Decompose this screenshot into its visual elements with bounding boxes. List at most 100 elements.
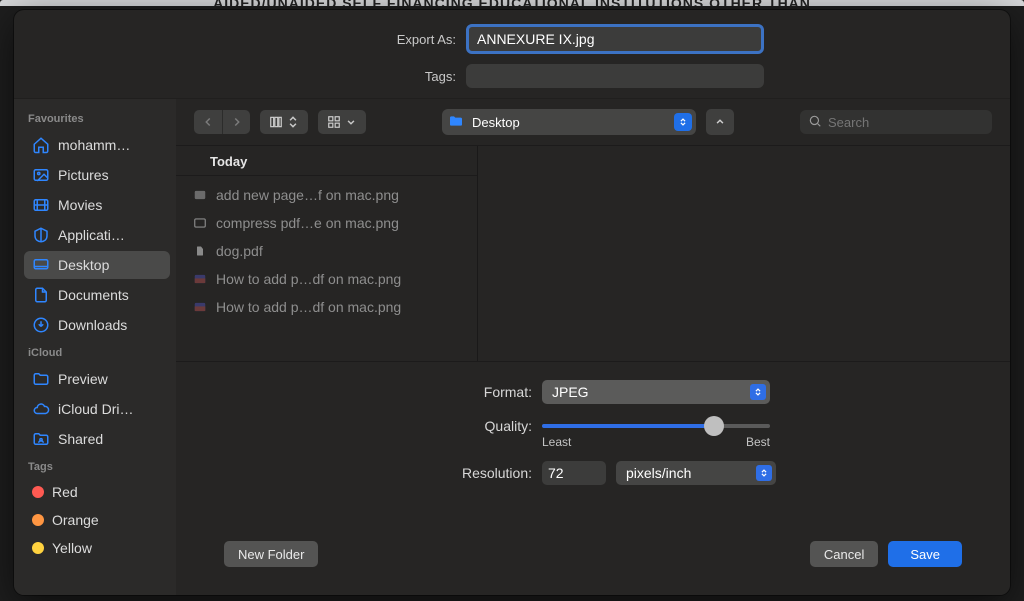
sidebar-item-movies[interactable]: Movies [24, 191, 170, 219]
image-file-icon [192, 299, 208, 315]
export-dialog: Export As: Tags: Favourites mohamm… Pict… [14, 10, 1010, 595]
file-row[interactable]: How to add p…df on mac.png [184, 266, 469, 292]
sidebar-item-applications[interactable]: Applicati… [24, 221, 170, 249]
export-header: Export As: Tags: [14, 10, 1010, 98]
select-arrows-icon [674, 113, 692, 131]
cloud-icon [32, 400, 50, 418]
collapse-toggle-button[interactable] [706, 109, 734, 135]
resolution-units-value: pixels/inch [626, 465, 691, 481]
quality-best-label: Best [746, 435, 770, 449]
file-column: Today add new page…f on mac.png compress… [176, 146, 478, 361]
search-field[interactable] [800, 110, 992, 134]
shared-folder-icon [32, 430, 50, 448]
cancel-button[interactable]: Cancel [810, 541, 878, 567]
file-row[interactable]: dog.pdf [184, 238, 469, 264]
export-options: Format: JPEG Quality: Least Bes [176, 362, 1010, 595]
sidebar-item-documents[interactable]: Documents [24, 281, 170, 309]
sidebar-item-label: Shared [58, 431, 103, 447]
export-as-label: Export As: [36, 32, 456, 47]
pdf-file-icon [192, 243, 208, 259]
tags-label: Tags: [36, 69, 456, 84]
sidebar-item-home[interactable]: mohamm… [24, 131, 170, 159]
select-arrows-icon [750, 384, 766, 400]
sidebar-heading-favourites: Favourites [24, 107, 170, 129]
folder-icon [32, 370, 50, 388]
file-name: add new page…f on mac.png [216, 187, 399, 203]
save-button[interactable]: Save [888, 541, 962, 567]
tags-input[interactable] [466, 64, 764, 88]
resolution-row: Resolution: pixels/inch [204, 461, 982, 485]
background-document: AIDED/UNAIDED SELF FINANCING EDUCATIONAL… [0, 0, 1024, 6]
file-row[interactable]: compress pdf…e on mac.png [184, 210, 469, 236]
sidebar-item-label: Movies [58, 197, 102, 213]
tag-dot-yellow [32, 542, 44, 554]
resolution-label: Resolution: [204, 465, 532, 481]
sidebar-item-label: Desktop [58, 257, 109, 273]
tags-row: Tags: [36, 64, 988, 88]
quality-control: Least Best [542, 416, 770, 449]
sidebar-tag-label: Yellow [52, 540, 92, 556]
sidebar-tag-label: Red [52, 484, 78, 500]
image-file-icon [192, 271, 208, 287]
sidebar-item-label: Downloads [58, 317, 127, 333]
sidebar-item-pictures[interactable]: Pictures [24, 161, 170, 189]
sidebar-heading-icloud: iCloud [24, 341, 170, 363]
view-mode-button[interactable] [260, 110, 308, 134]
quality-row: Quality: Least Best [204, 416, 982, 449]
dialog-body: Favourites mohamm… Pictures Movies Appli… [14, 98, 1010, 595]
format-select[interactable]: JPEG [542, 380, 770, 404]
downloads-icon [32, 316, 50, 334]
quality-label: Quality: [204, 416, 532, 434]
format-row: Format: JPEG [204, 380, 982, 404]
file-name: How to add p…df on mac.png [216, 271, 401, 287]
file-row[interactable]: How to add p…df on mac.png [184, 294, 469, 320]
search-icon [808, 114, 822, 131]
sidebar-tag-red[interactable]: Red [24, 479, 170, 505]
home-icon [32, 136, 50, 154]
browser-toolbar: Desktop [176, 99, 1010, 146]
sidebar-heading-tags: Tags [24, 455, 170, 477]
sidebar-item-preview[interactable]: Preview [24, 365, 170, 393]
grouping-button[interactable] [318, 110, 366, 134]
resolution-input[interactable] [542, 461, 606, 485]
file-name: dog.pdf [216, 243, 263, 259]
sidebar-item-icloud-drive[interactable]: iCloud Dri… [24, 395, 170, 423]
file-row[interactable]: add new page…f on mac.png [184, 182, 469, 208]
file-list: add new page…f on mac.png compress pdf…e… [176, 176, 477, 326]
sidebar-tag-yellow[interactable]: Yellow [24, 535, 170, 561]
content-area: Desktop Today add new [176, 99, 1010, 595]
tag-dot-orange [32, 514, 44, 526]
sidebar-item-label: mohamm… [58, 137, 130, 153]
new-folder-button[interactable]: New Folder [224, 541, 318, 567]
format-value: JPEG [552, 384, 589, 400]
search-input[interactable] [828, 115, 984, 130]
location-label: Desktop [472, 115, 520, 130]
sidebar-tag-label: Orange [52, 512, 99, 528]
file-columns: Today add new page…f on mac.png compress… [176, 146, 1010, 362]
sidebar-item-shared[interactable]: Shared [24, 425, 170, 453]
folder-icon [448, 113, 464, 132]
desktop-icon [32, 256, 50, 274]
background-banner-text: AIDED/UNAIDED SELF FINANCING EDUCATIONAL… [0, 0, 1024, 6]
file-name: How to add p…df on mac.png [216, 299, 401, 315]
file-preview-column [478, 146, 1010, 361]
sidebar-item-desktop[interactable]: Desktop [24, 251, 170, 279]
nav-forward-button[interactable] [222, 110, 250, 134]
export-filename-input[interactable] [466, 24, 764, 54]
nav-back-forward [194, 110, 250, 134]
image-file-icon [192, 215, 208, 231]
quality-slider[interactable] [542, 424, 770, 428]
sidebar-tag-orange[interactable]: Orange [24, 507, 170, 533]
sidebar-item-label: Applicati… [58, 227, 125, 243]
location-select[interactable]: Desktop [442, 109, 696, 135]
nav-back-button[interactable] [194, 110, 222, 134]
sidebar: Favourites mohamm… Pictures Movies Appli… [14, 99, 176, 595]
select-arrows-icon [756, 465, 772, 481]
sidebar-item-downloads[interactable]: Downloads [24, 311, 170, 339]
documents-icon [32, 286, 50, 304]
format-label: Format: [204, 384, 532, 400]
sidebar-item-label: Preview [58, 371, 108, 387]
resolution-units-select[interactable]: pixels/inch [616, 461, 776, 485]
quality-least-label: Least [542, 435, 571, 449]
tag-dot-red [32, 486, 44, 498]
